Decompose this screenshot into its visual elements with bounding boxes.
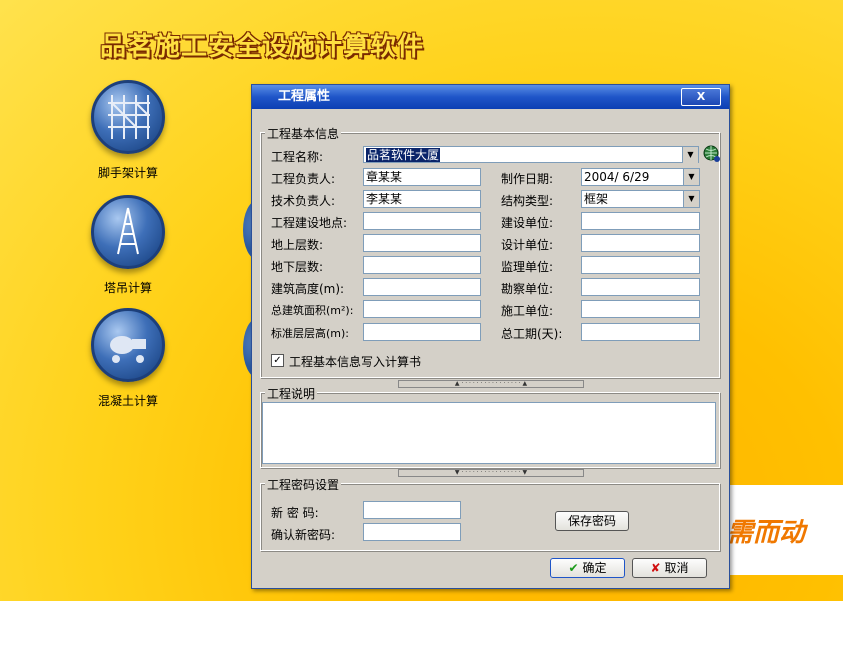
date-label: 制作日期: [501,172,554,186]
chevron-down-icon[interactable]: ▼ [682,147,698,163]
description-legend: 工程说明 [265,385,318,402]
check-icon: ✔ [568,561,579,575]
chevron-down-icon[interactable]: ▼ [683,169,699,185]
design-unit-input[interactable] [581,234,700,252]
concrete-icon [91,308,165,382]
floors-below-label: 地下层数: [271,260,324,274]
save-password-button[interactable]: 保存密码 [555,511,629,531]
survey-unit-input[interactable] [581,278,700,296]
write-info-label: 工程基本信息写入计算书 [289,355,422,369]
description-textarea[interactable] [262,402,716,464]
supervision-unit-input[interactable] [581,256,700,274]
project-name-label: 工程名称: [271,150,324,164]
height-input[interactable] [363,278,481,296]
supervision-unit-label: 监理单位: [501,260,554,274]
cross-icon: ✘ [650,561,661,575]
tech-lead-input[interactable]: 李某某 [363,190,481,208]
structure-value: 框架 [584,192,609,206]
confirm-password-label: 确认新密码: [271,528,336,542]
duration-input[interactable] [581,323,700,341]
project-properties-dialog: 工程属性 X 工程基本信息 工程名称: 品茗软件大厦 ▼ 工程负责人: 章某某 … [251,84,730,589]
project-name-combo[interactable]: 品茗软件大厦 ▼ [363,146,699,163]
duration-label: 总工期(天): [501,327,563,341]
confirm-password-input[interactable] [363,523,461,541]
app-title: 品茗施工安全设施计算软件 [100,32,425,62]
splitter-handle[interactable]: ▲ · · · · · · · · · · · · · · · · ▲ [398,380,584,388]
design-unit-label: 设计单位: [501,238,554,252]
area-input[interactable] [363,300,481,318]
location-label: 工程建设地点: [271,216,348,230]
location-input[interactable] [363,212,481,230]
survey-unit-label: 勘察单位: [501,282,554,296]
new-password-label: 新 密 码: [271,506,319,520]
floors-below-input[interactable] [363,256,481,274]
floor-height-label: 标准层层高(m): [271,327,350,340]
dialog-title: 工程属性 [278,89,331,104]
owner-input[interactable] [581,212,700,230]
basic-info-legend: 工程基本信息 [265,125,342,142]
ok-label: 确定 [582,561,607,575]
structure-select[interactable]: 框架 ▼ [581,190,700,208]
tower-crane-icon [91,195,165,269]
sidebar-item-scaffold[interactable]: 脚手架计算 [83,80,173,181]
sidebar-item-label: 塔吊计算 [103,281,152,295]
dialog-titlebar[interactable]: 工程属性 X [252,85,729,109]
globe-icon[interactable] [703,145,721,163]
sidebar-item-concrete[interactable]: 混凝土计算 [83,308,173,409]
tech-lead-label: 技术负责人: [271,194,336,208]
scaffold-icon [91,80,165,154]
construction-unit-input[interactable] [581,300,700,318]
password-group: 工程密码设置 新 密 码: 确认新密码: 保存密码 [260,476,720,551]
project-name-value: 品茗软件大厦 [366,148,441,162]
construction-unit-label: 施工单位: [501,304,554,318]
date-picker[interactable]: 2004/ 6/29 ▼ [581,168,700,186]
sidebar-item-tower-crane[interactable]: 塔吊计算 [83,195,173,296]
description-group: 工程说明 [260,385,720,468]
area-label: 总建筑面积(m²): [271,304,354,317]
owner-label: 建设单位: [501,216,554,230]
basic-info-group: 工程基本信息 工程名称: 品茗软件大厦 ▼ 工程负责人: 章某某 技术负责人: … [260,125,721,378]
floors-above-label: 地上层数: [271,238,324,252]
write-info-checkbox[interactable]: ✓ [271,354,284,367]
date-value: 2004/ 6/29 [584,170,650,184]
structure-label: 结构类型: [501,194,554,208]
floors-above-input[interactable] [363,234,481,252]
cancel-label: 取消 [664,561,689,575]
manager-input[interactable]: 章某某 [363,168,481,186]
floor-height-input[interactable] [363,323,481,341]
sidebar-item-label: 脚手架计算 [97,166,158,180]
cancel-button[interactable]: ✘ 取消 [632,558,707,578]
new-password-input[interactable] [363,501,461,519]
slogan-text: 需而动 [727,518,806,548]
height-label: 建筑高度(m): [271,282,345,296]
close-button[interactable]: X [681,88,721,106]
manager-label: 工程负责人: [271,172,336,186]
password-legend: 工程密码设置 [265,476,342,493]
ok-button[interactable]: ✔ 确定 [550,558,625,578]
chevron-down-icon[interactable]: ▼ [683,191,699,207]
splitter-handle[interactable]: ▼ · · · · · · · · · · · · · · · · ▼ [398,469,584,477]
sidebar-item-label: 混凝土计算 [97,394,158,408]
